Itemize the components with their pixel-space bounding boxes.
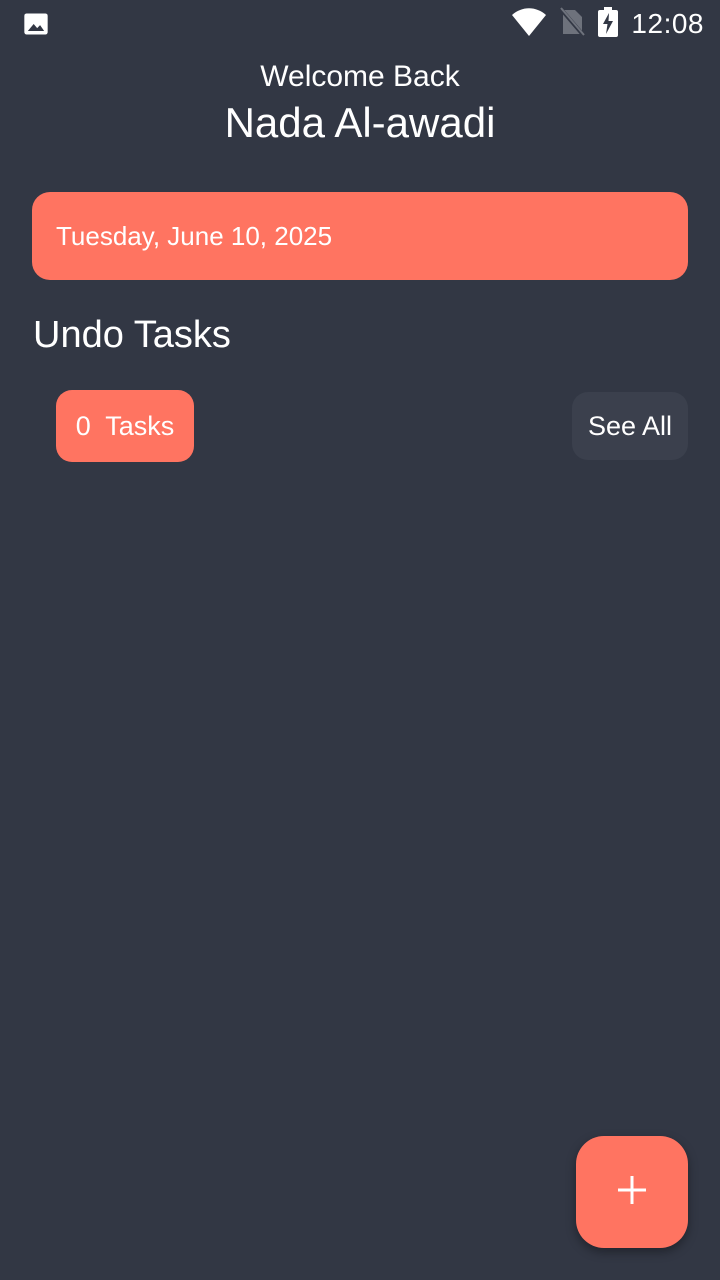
status-bar: 12:08 [0, 0, 720, 48]
date-label: Tuesday, June 10, 2025 [56, 220, 333, 251]
see-all-label: See All [587, 410, 673, 441]
see-all-button[interactable]: See All [572, 392, 688, 460]
welcome-text: Welcome Back [260, 60, 460, 93]
wifi-icon [511, 7, 547, 42]
add-task-button[interactable] [576, 1136, 688, 1248]
status-icons: 12:08 [511, 0, 704, 48]
status-time: 12:08 [631, 8, 704, 39]
battery-charging-icon [597, 6, 619, 42]
image-icon [22, 10, 50, 38]
task-count-chip[interactable]: 0 Tasks [56, 390, 194, 462]
section-title: Undo Tasks [33, 314, 231, 356]
date-card: Tuesday, June 10, 2025 [32, 192, 688, 280]
no-sim-icon [558, 6, 586, 42]
plus-icon [616, 1174, 648, 1211]
task-count-label: 0 Tasks [75, 410, 175, 441]
user-name: Nada Al-awadi [224, 99, 496, 146]
